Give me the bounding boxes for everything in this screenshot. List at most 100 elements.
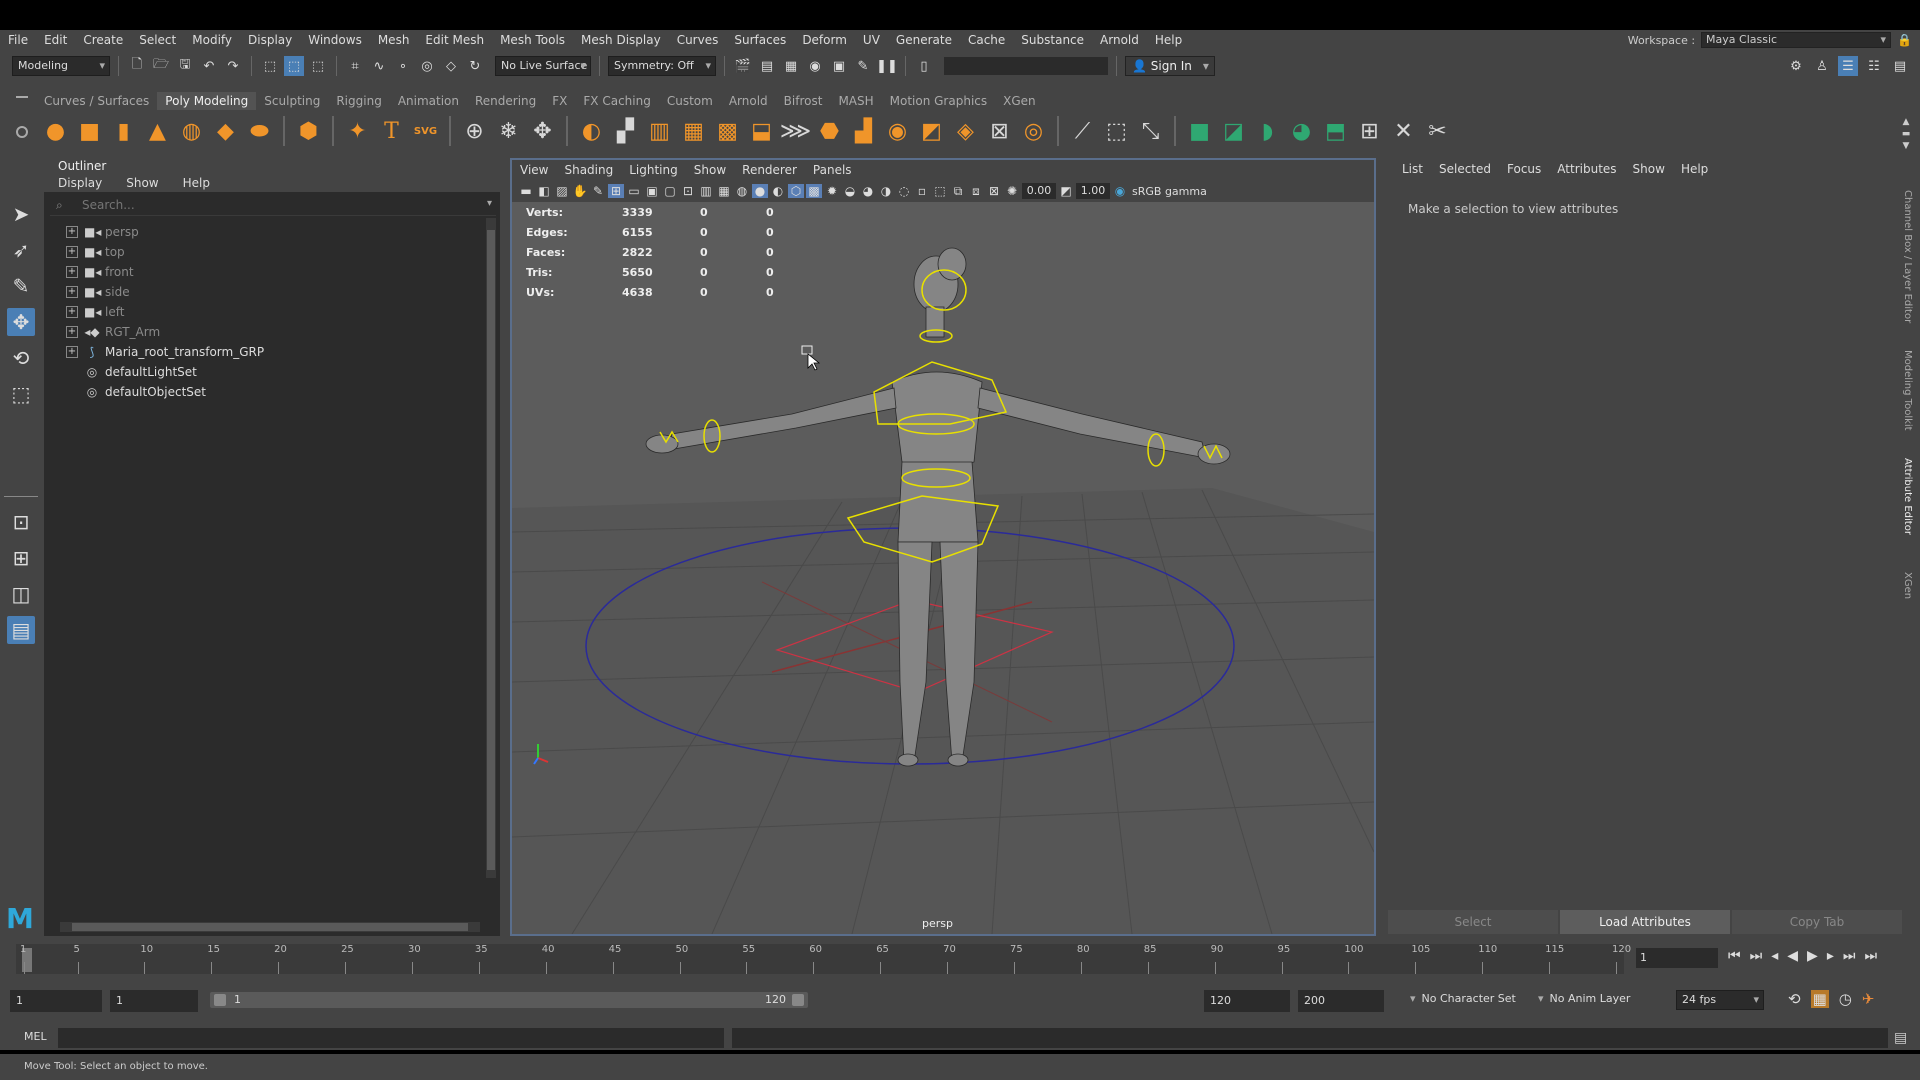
scrollbar-thumb[interactable] [72,923,468,931]
smooth-shade-icon[interactable]: ● [752,184,768,198]
svg-tool-icon[interactable]: SVG [410,116,441,147]
play-forwards-icon[interactable]: ▶ [1807,948,1818,964]
color-space-dropdown[interactable]: sRGB gamma [1132,185,1207,198]
poly-sphere-icon[interactable]: ● [40,116,71,147]
select-hierarchy-icon[interactable]: ⬚ [260,56,280,76]
expand-icon[interactable]: + [66,326,78,338]
motion-blur-icon[interactable]: ◑ [878,184,894,198]
safe-action-icon[interactable]: ▥ [698,184,714,198]
menu-display[interactable]: Display [240,33,300,47]
exposure-icon[interactable]: ✺ [1004,184,1020,198]
shelf-tab-animation[interactable]: Animation [390,92,467,110]
shelf-tab-bifrost[interactable]: Bifrost [776,92,831,110]
move-tool-icon[interactable]: ✥ [7,308,35,336]
symmetry-dropdown[interactable]: Symmetry: Off [608,56,716,76]
fill-hole-icon[interactable]: ◉ [882,116,913,147]
gate-mask-icon[interactable]: ▢ [662,184,678,198]
camera-attributes-icon[interactable]: ▬ [518,184,534,198]
expand-icon[interactable]: + [66,306,78,318]
target-weld-icon[interactable]: ⤡ [1135,116,1166,147]
outliner-menu-display[interactable]: Display [44,176,112,190]
outliner-item-top[interactable]: + ■◂ top [66,242,125,262]
viewport-menu-show[interactable]: Show [686,163,734,177]
scale-tool-icon[interactable]: ⬚ [7,380,35,408]
scene-start-field[interactable]: 1 [10,990,102,1012]
color-management-icon[interactable]: ◉ [1112,184,1128,198]
two-view-layout-icon[interactable]: ◫ [7,580,35,608]
snap-grid-icon[interactable]: ⌗ [345,56,365,76]
wireframe-icon[interactable]: ◍ [734,184,750,198]
save-scene-icon[interactable]: 🖫 [175,56,195,76]
grease-pencil-icon[interactable]: ✎ [590,184,606,198]
menu-arnold[interactable]: Arnold [1092,33,1147,47]
menu-uv[interactable]: UV [855,33,888,47]
history-icon[interactable]: ↻ [465,56,485,76]
step-back-key-icon[interactable]: ⏭ [1750,948,1763,964]
menu-surfaces[interactable]: Surfaces [726,33,794,47]
extrude-icon[interactable]: ⬓ [746,116,777,147]
reset-transform-icon[interactable]: ✥ [527,116,558,147]
go-to-end-icon[interactable]: ⏭ [1864,948,1877,964]
render-setup-icon[interactable]: ✎ [853,56,873,76]
ipr-render-icon[interactable]: ▦ [781,56,801,76]
attr-menu-show[interactable]: Show [1625,162,1673,176]
range-end-handle[interactable] [792,994,804,1006]
new-scene-icon[interactable]: 🗋 [127,56,147,76]
render-settings-icon[interactable]: ◉ [805,56,825,76]
menu-mesh[interactable]: Mesh [370,33,418,47]
expand-icon[interactable]: + [66,346,78,358]
menu-curves[interactable]: Curves [669,33,727,47]
merge-icon[interactable]: ⊠ [984,116,1015,147]
xray-icon[interactable]: ⧉ [950,184,966,199]
command-input[interactable] [58,1028,724,1048]
outliner-horizontal-scrollbar[interactable] [60,922,480,932]
attr-menu-selected[interactable]: Selected [1431,162,1499,176]
outliner-search-input[interactable] [82,196,482,214]
menu-file[interactable]: File [0,33,36,47]
script-editor-icon[interactable]: ▤ [1894,1030,1907,1046]
input-line-icon[interactable]: ▯ [914,56,934,76]
lock-icon[interactable]: 🔒 [1897,33,1912,47]
textured-icon[interactable]: ▩ [806,184,822,198]
expand-icon[interactable]: + [66,286,78,298]
ambient-occlusion-icon[interactable]: ◕ [860,184,876,198]
viewport-menu-renderer[interactable]: Renderer [734,163,805,177]
poly-cube-icon[interactable]: ■ [74,116,105,147]
menu-modify[interactable]: Modify [184,33,240,47]
tool-settings-icon[interactable]: ☷ [1864,56,1884,76]
load-attributes-button[interactable]: Load Attributes [1560,910,1730,934]
attr-menu-help[interactable]: Help [1673,162,1716,176]
snap-point-icon[interactable]: ∘ [393,56,413,76]
redo-icon[interactable]: ↷ [223,56,243,76]
isolate-select-icon[interactable]: ⬚ [932,184,948,198]
bevel-icon[interactable]: ⬣ [814,116,845,147]
bookmark-icon[interactable]: ◧ [536,184,552,198]
shelf-tab-sculpting[interactable]: Sculpting [256,92,328,110]
default-material-icon[interactable]: ◐ [770,184,786,198]
select-button[interactable]: Select [1388,910,1558,934]
snap-view-icon[interactable]: ◎ [417,56,437,76]
shelf-menu-icon[interactable] [16,96,28,98]
attr-menu-list[interactable]: List [1394,162,1431,176]
tab-attribute-editor[interactable]: Attribute Editor [1902,458,1913,535]
outliner-menu-help[interactable]: Help [169,176,220,190]
exposure-field[interactable]: 0.00 [1022,183,1056,199]
scrollbar-thumb[interactable] [487,230,495,870]
expand-icon[interactable]: + [66,266,78,278]
field-chart-icon[interactable]: ⊡ [680,184,696,198]
channel-box-icon[interactable]: ▤ [1890,56,1910,76]
snap-curve-icon[interactable]: ∿ [369,56,389,76]
step-back-frame-icon[interactable]: ◂ [1771,948,1778,964]
grid-icon[interactable]: ⊞ [608,184,624,198]
poke-icon[interactable]: ◈ [950,116,981,147]
character-set-dropdown[interactable]: ▾ No Character Set [1410,992,1516,1005]
shelf-tab-curves-surfaces[interactable]: Curves / Surfaces [36,92,157,110]
outliner-item-default-object-set[interactable]: ◎ defaultObjectSet [84,382,206,402]
undo-icon[interactable]: ↶ [199,56,219,76]
quad-draw-icon[interactable]: ◎ [1018,116,1049,147]
animation-preferences-icon[interactable]: ◷ [1839,990,1852,1008]
step-forward-key-icon[interactable]: ⏭ [1843,948,1856,964]
shelf-tab-rigging[interactable]: Rigging [328,92,389,110]
cylindrical-uv-icon[interactable]: ◗ [1252,116,1283,147]
separate-icon[interactable]: ▞ [610,116,641,147]
